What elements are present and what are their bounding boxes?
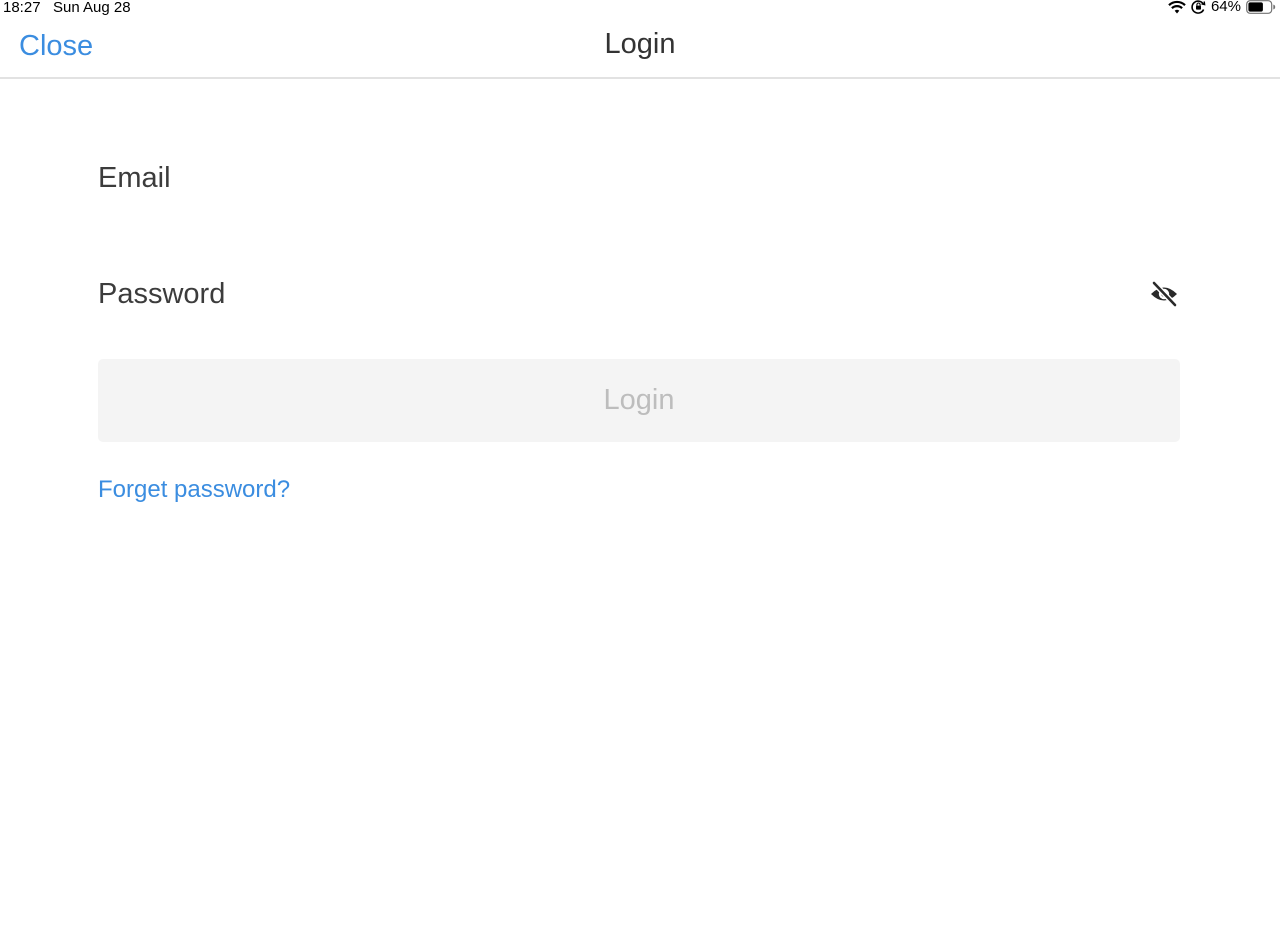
navigation-bar: Close Login	[0, 16, 1280, 79]
status-time: 18:27	[3, 0, 41, 16]
battery-percent: 64%	[1210, 0, 1241, 15]
email-field-row	[98, 148, 1180, 208]
password-field-row	[98, 264, 1180, 324]
login-screen: 18:27 Sun Aug 28 64% Close Login Email L…	[0, 0, 1280, 945]
page-title: Login	[604, 28, 676, 60]
wifi-icon	[1168, 0, 1186, 14]
battery-icon	[1246, 0, 1276, 14]
forget-password-link[interactable]: Forget password?	[98, 476, 290, 504]
password-field[interactable]	[98, 264, 1098, 324]
login-button[interactable]: Login	[98, 359, 1180, 442]
status-date: Sun Aug 28	[53, 0, 131, 16]
eye-slash-icon[interactable]	[1148, 278, 1180, 310]
email-field[interactable]	[98, 148, 1098, 208]
status-indicators: 64%	[1168, 0, 1276, 14]
status-bar: 18:27 Sun Aug 28 64%	[0, 0, 1280, 16]
orientation-lock-icon	[1191, 0, 1206, 14]
